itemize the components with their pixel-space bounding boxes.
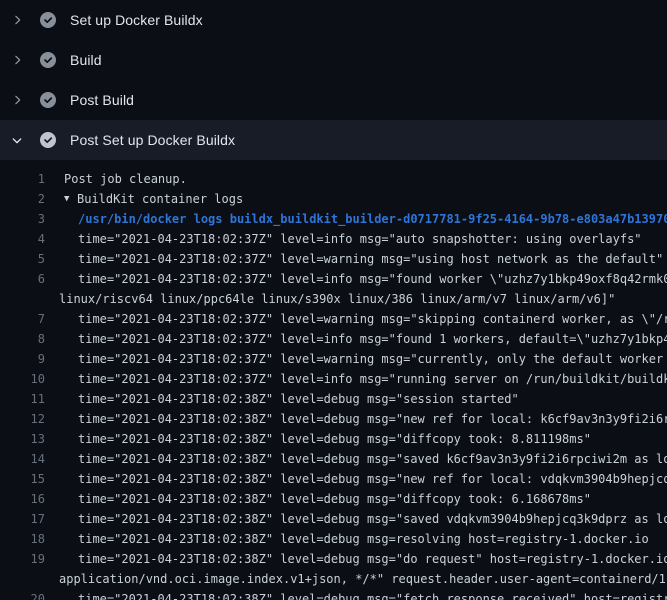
line-number[interactable]: 10 [0, 369, 45, 389]
log-text: time="2021-04-23T18:02:38Z" level=debug … [78, 489, 591, 509]
line-number[interactable]: 13 [0, 429, 45, 449]
log-line: 16 time="2021-04-23T18:02:38Z" level=deb… [0, 489, 667, 509]
line-number[interactable]: 1 [0, 169, 45, 189]
log-line: 17 time="2021-04-23T18:02:38Z" level=deb… [0, 509, 667, 529]
step-header-post-setup-docker-buildx[interactable]: Post Set up Docker Buildx [0, 120, 667, 160]
log-text: time="2021-04-23T18:02:38Z" level=debug … [78, 389, 519, 409]
line-number[interactable]: 8 [0, 329, 45, 349]
chevron-right-icon [9, 52, 25, 68]
log-line: 1 Post job cleanup. [0, 169, 667, 189]
step-label: Post Set up Docker Buildx [70, 132, 235, 148]
log-text: time="2021-04-23T18:02:38Z" level=debug … [78, 589, 667, 600]
chevron-right-icon [9, 92, 25, 108]
log-line-wrap-continuation: application/vnd.oci.image.index.v1+json,… [0, 569, 667, 589]
line-number[interactable]: 3 [0, 209, 45, 229]
log-group-line: 2 ▼ BuildKit container logs [0, 189, 667, 209]
log-command-text: /usr/bin/docker logs buildx_buildkit_bui… [78, 209, 667, 229]
step-header-build[interactable]: Build [0, 40, 667, 80]
log-line: 8 time="2021-04-23T18:02:37Z" level=info… [0, 329, 667, 349]
log-line: 10 time="2021-04-23T18:02:37Z" level=inf… [0, 369, 667, 389]
check-circle-icon [40, 52, 56, 68]
log-group-toggle-icon[interactable]: ▼ [64, 189, 69, 209]
log-text: time="2021-04-23T18:02:37Z" level=info m… [78, 269, 667, 289]
line-number[interactable]: 6 [0, 269, 45, 289]
line-number[interactable]: 11 [0, 389, 45, 409]
log-text: time="2021-04-23T18:02:38Z" level=debug … [78, 429, 591, 449]
line-number[interactable]: 17 [0, 509, 45, 529]
log-text: time="2021-04-23T18:02:37Z" level=info m… [78, 369, 667, 389]
log-line: 12 time="2021-04-23T18:02:38Z" level=deb… [0, 409, 667, 429]
step-label: Build [70, 52, 102, 68]
log-text: time="2021-04-23T18:02:37Z" level=warnin… [78, 309, 667, 329]
log-command-line: 3 /usr/bin/docker logs buildx_buildkit_b… [0, 209, 667, 229]
line-number[interactable]: 9 [0, 349, 45, 369]
log-line: 18 time="2021-04-23T18:02:38Z" level=deb… [0, 529, 667, 549]
line-number[interactable]: 19 [0, 549, 45, 569]
line-number[interactable]: 4 [0, 229, 45, 249]
line-number[interactable]: 2 [0, 189, 45, 209]
log-line: 6 time="2021-04-23T18:02:37Z" level=info… [0, 269, 667, 289]
log-text: time="2021-04-23T18:02:37Z" level=info m… [78, 329, 667, 349]
step-header-setup-docker-buildx[interactable]: Set up Docker Buildx [0, 0, 667, 40]
log-text: time="2021-04-23T18:02:37Z" level=info m… [78, 229, 642, 249]
log-line: 13 time="2021-04-23T18:02:38Z" level=deb… [0, 429, 667, 449]
check-circle-icon [40, 92, 56, 108]
log-line: 9 time="2021-04-23T18:02:37Z" level=warn… [0, 349, 667, 369]
log-line: 20 time="2021-04-23T18:02:38Z" level=deb… [0, 589, 667, 600]
log-line: 5 time="2021-04-23T18:02:37Z" level=warn… [0, 249, 667, 269]
log-line: 15 time="2021-04-23T18:02:38Z" level=deb… [0, 469, 667, 489]
line-number[interactable]: 12 [0, 409, 45, 429]
log-text: time="2021-04-23T18:02:37Z" level=warnin… [78, 349, 667, 369]
line-number[interactable]: 20 [0, 589, 45, 600]
step-label: Set up Docker Buildx [70, 12, 203, 28]
log-group-title[interactable]: BuildKit container logs [77, 189, 243, 209]
line-number[interactable]: 15 [0, 469, 45, 489]
check-circle-icon [40, 132, 56, 148]
log-line: 14 time="2021-04-23T18:02:38Z" level=deb… [0, 449, 667, 469]
log-text: Post job cleanup. [64, 169, 187, 189]
log-text: linux/riscv64 linux/ppc64le linux/s390x … [59, 289, 615, 309]
log-text: time="2021-04-23T18:02:37Z" level=warnin… [78, 249, 663, 269]
log-text: time="2021-04-23T18:02:38Z" level=debug … [78, 449, 667, 469]
log-text: time="2021-04-23T18:02:38Z" level=debug … [78, 409, 667, 429]
line-number[interactable]: 14 [0, 449, 45, 469]
check-circle-icon [40, 12, 56, 28]
log-line-wrap-continuation: linux/riscv64 linux/ppc64le linux/s390x … [0, 289, 667, 309]
log-text: time="2021-04-23T18:02:38Z" level=debug … [78, 529, 649, 549]
log-viewer: 1 Post job cleanup. 2 ▼ BuildKit contain… [0, 160, 667, 600]
chevron-right-icon [9, 12, 25, 28]
log-text: time="2021-04-23T18:02:38Z" level=debug … [78, 469, 667, 489]
line-number[interactable]: 16 [0, 489, 45, 509]
log-line: 19 time="2021-04-23T18:02:38Z" level=deb… [0, 549, 667, 569]
log-text: application/vnd.oci.image.index.v1+json,… [59, 569, 667, 589]
log-line: 7 time="2021-04-23T18:02:37Z" level=warn… [0, 309, 667, 329]
log-line: 4 time="2021-04-23T18:02:37Z" level=info… [0, 229, 667, 249]
log-text: time="2021-04-23T18:02:38Z" level=debug … [78, 509, 667, 529]
line-number[interactable]: 7 [0, 309, 45, 329]
step-header-post-build[interactable]: Post Build [0, 80, 667, 120]
log-text: time="2021-04-23T18:02:38Z" level=debug … [78, 549, 667, 569]
chevron-down-icon [9, 132, 25, 148]
line-number[interactable]: 18 [0, 529, 45, 549]
step-label: Post Build [70, 92, 134, 108]
line-number[interactable]: 5 [0, 249, 45, 269]
log-line: 11 time="2021-04-23T18:02:38Z" level=deb… [0, 389, 667, 409]
